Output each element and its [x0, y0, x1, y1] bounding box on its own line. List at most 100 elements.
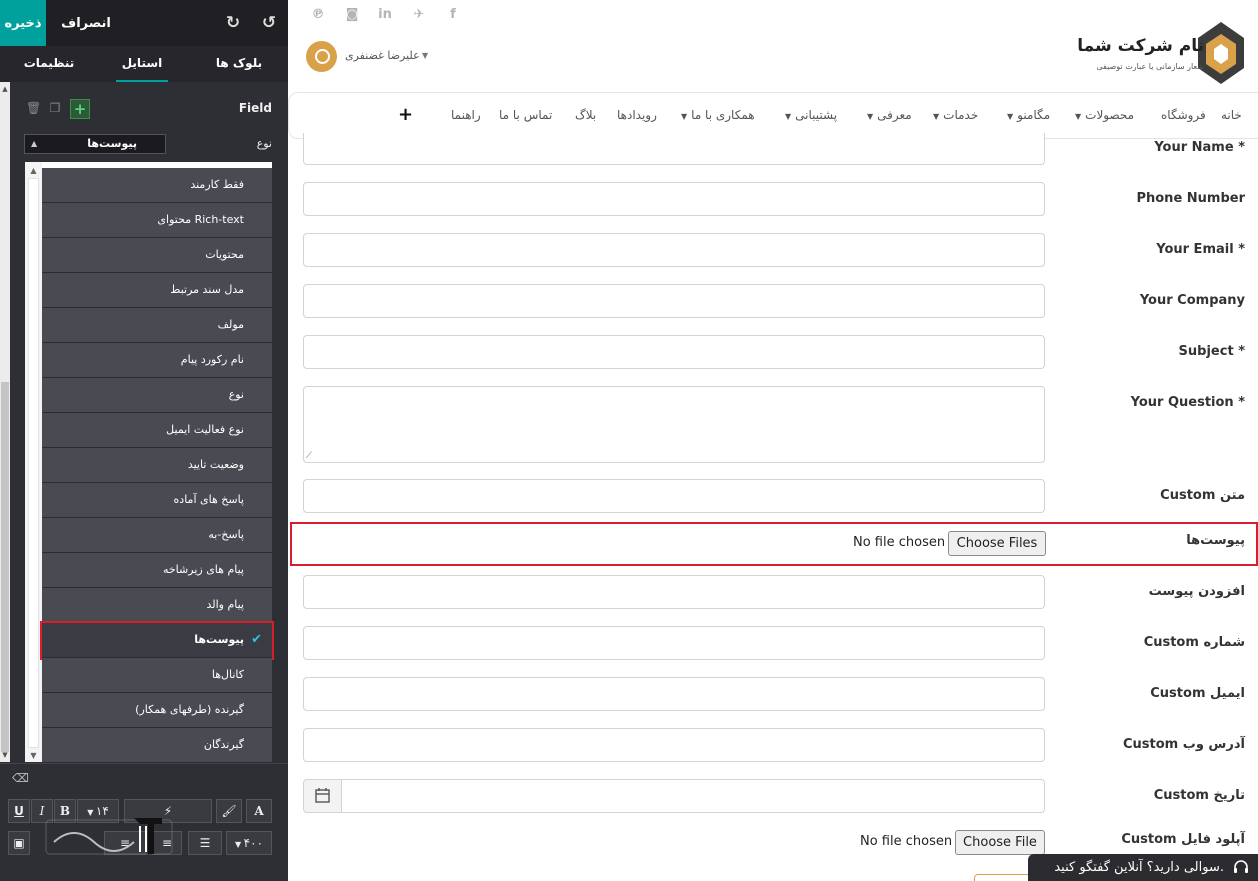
type-dropdown-list: ▲ ▼ فقط کارمند محتوای Rich-text محتویات …	[25, 162, 274, 763]
duplicate-icon[interactable]: ❐	[48, 101, 62, 115]
attachments-field-highlight[interactable]: No file chosen Choose Files پیوست‌ها	[290, 522, 1258, 566]
editor-scroll-thumb[interactable]	[1, 382, 9, 752]
editor-scrollbar[interactable]: ▲ ▼	[0, 82, 10, 762]
nav-item-contact[interactable]: تماس با ما	[499, 108, 552, 122]
calendar-icon[interactable]	[303, 779, 342, 813]
nav-item-cooperate[interactable]: ▼ همکاری با ما	[681, 108, 755, 122]
question-textarea[interactable]: ⟋	[303, 386, 1045, 463]
caret-down-icon[interactable]: ▼	[422, 51, 428, 60]
website-editor-panel: ذخیره انصراف ↻ ↺ تنظیمات استایل بلوک ها …	[0, 0, 288, 881]
scroll-down-icon[interactable]: ▼	[28, 751, 39, 760]
list-icon[interactable]: ☰	[188, 831, 222, 855]
dropdown-scrollbar[interactable]: ▲ ▼	[25, 162, 42, 762]
nav-item-services[interactable]: ▼ خدمات	[933, 108, 978, 122]
font-weight-value: ۴۰۰	[243, 836, 264, 850]
scroll-up-icon[interactable]: ▲	[1, 84, 9, 94]
scroll-up-icon[interactable]: ▲	[28, 166, 39, 175]
twitter-icon[interactable]: ✈	[410, 6, 428, 24]
nav-item-blog[interactable]: بلاگ	[575, 108, 596, 122]
nav-item-products[interactable]: ▼ محصولات	[1075, 108, 1134, 122]
image-icon[interactable]: ▣	[8, 831, 30, 855]
clear-format-icon[interactable]: ⌫	[12, 771, 29, 785]
tab-settings[interactable]: تنظیمات	[14, 46, 84, 82]
paint-brush-icon[interactable]: 🖌	[216, 799, 242, 823]
headset-icon	[1234, 860, 1248, 873]
choose-files-button[interactable]: Choose Files	[948, 531, 1046, 556]
company-name[interactable]: نام شرکت شما	[1077, 36, 1204, 56]
live-chat-bar[interactable]: سوالی دارید؟ آنلاین گفتگو کنید.	[1028, 854, 1258, 881]
dropdown-item[interactable]: پیام های زیرشاخه	[42, 553, 272, 588]
nav-item-megamenu[interactable]: ▼ مگامنو	[1007, 108, 1050, 122]
dropdown-item[interactable]: پیام والد	[42, 588, 272, 623]
subject-input[interactable]	[303, 335, 1045, 369]
custom-date-label: Custom تاریخ	[1153, 788, 1245, 803]
font-weight-select[interactable]: ▼ ۴۰۰	[226, 831, 272, 855]
user-name[interactable]: علیرضا غضنفری	[345, 49, 420, 62]
email-input[interactable]	[303, 233, 1045, 267]
add-attachment-input[interactable]	[303, 575, 1045, 609]
custom-number-input[interactable]	[303, 626, 1045, 660]
resize-handle-icon[interactable]: ⟋	[306, 451, 312, 461]
choose-file-button[interactable]: Choose File	[955, 830, 1045, 855]
nav-item-guide[interactable]: راهنما	[451, 108, 481, 122]
custom-date-input[interactable]	[341, 779, 1045, 813]
user-avatar[interactable]	[306, 41, 337, 72]
redo-icon[interactable]: ↻	[222, 12, 244, 34]
dropdown-item[interactable]: محتوای Rich-text	[42, 203, 272, 238]
caret-down-icon: ▼	[933, 112, 940, 121]
caret-down-icon: ▼	[1007, 112, 1014, 121]
tab-blocks[interactable]: بلوک ها	[204, 46, 274, 82]
upload-file-status: No file chosen	[860, 834, 953, 849]
add-menu-item-icon[interactable]: +	[398, 104, 413, 125]
dropdown-item[interactable]: گیرنده (طرفهای همکار)	[42, 693, 272, 728]
company-tagline: شعار سازمانی یا عبارت توصیفی	[1096, 62, 1204, 71]
attachments-label: پیوست‌ها	[1186, 533, 1245, 548]
custom-website-input[interactable]	[303, 728, 1045, 762]
instagram-icon[interactable]: ◙	[343, 6, 361, 24]
type-select[interactable]: ▲ پیوست‌ها	[24, 134, 166, 154]
custom-text-input[interactable]	[303, 479, 1045, 513]
dropdown-item[interactable]: نوع	[42, 378, 272, 413]
dropdown-item[interactable]: وضعیت تایید	[42, 448, 272, 483]
custom-number-label: Custom شماره	[1143, 635, 1245, 650]
custom-upload-label: Custom آپلود فایل	[1121, 832, 1245, 847]
dropdown-item[interactable]: مولف	[42, 308, 272, 343]
dropdown-item[interactable]: گیرندگان	[42, 728, 272, 763]
tab-style[interactable]: استایل	[116, 46, 168, 82]
discard-button[interactable]: انصراف	[46, 0, 126, 46]
dropdown-item[interactable]: نام رکورد پیام	[42, 343, 272, 378]
phone-input[interactable]	[303, 182, 1045, 216]
dropdown-item[interactable]: نوع فعالیت ایمیل	[42, 413, 272, 448]
scroll-down-icon[interactable]: ▼	[1, 750, 9, 760]
nav-item-shop[interactable]: فروشگاه	[1161, 108, 1206, 122]
nav-label: خدمات	[943, 108, 979, 122]
pinterest-icon[interactable]: ℗	[309, 6, 327, 24]
field-title: Field	[238, 101, 272, 115]
linkedin-icon[interactable]: in	[376, 6, 394, 24]
undo-icon[interactable]: ↺	[258, 12, 280, 34]
nav-label: پشتیبانی	[795, 108, 838, 122]
custom-email-input[interactable]	[303, 677, 1045, 711]
nav-item-about[interactable]: ▼ معرفی	[867, 108, 912, 122]
dropdown-item-selected[interactable]: ✔ پیوست‌ها	[40, 621, 274, 660]
dropdown-item[interactable]: پاسخ-به	[42, 518, 272, 553]
dropdown-item[interactable]: فقط کارمند	[42, 168, 272, 203]
underline-button[interactable]: U	[8, 799, 30, 823]
company-input[interactable]	[303, 284, 1045, 318]
add-field-button[interactable]: +	[70, 99, 90, 119]
dropdown-item[interactable]: محتویات	[42, 238, 272, 273]
trash-icon[interactable]: 🗑	[26, 101, 41, 115]
nav-item-home[interactable]: خانه	[1221, 108, 1242, 122]
nav-item-events[interactable]: رویدادها	[617, 108, 657, 122]
facebook-icon[interactable]: f	[444, 6, 462, 24]
dropdown-item[interactable]: مدل سند مرتبط	[42, 273, 272, 308]
nav-item-support[interactable]: ▼ پشتیبانی	[785, 108, 837, 122]
save-button[interactable]: ذخیره	[0, 0, 46, 46]
dropdown-scroll-thumb[interactable]	[28, 178, 39, 748]
type-label: نوع	[256, 137, 272, 150]
type-select-value: پیوست‌ها	[87, 137, 137, 150]
dropdown-item[interactable]: پاسخ های آماده	[42, 483, 272, 518]
dropdown-item[interactable]: کانال‌ها	[42, 658, 272, 693]
your-name-input[interactable]	[303, 133, 1045, 165]
font-color-button[interactable]: A	[246, 799, 272, 823]
